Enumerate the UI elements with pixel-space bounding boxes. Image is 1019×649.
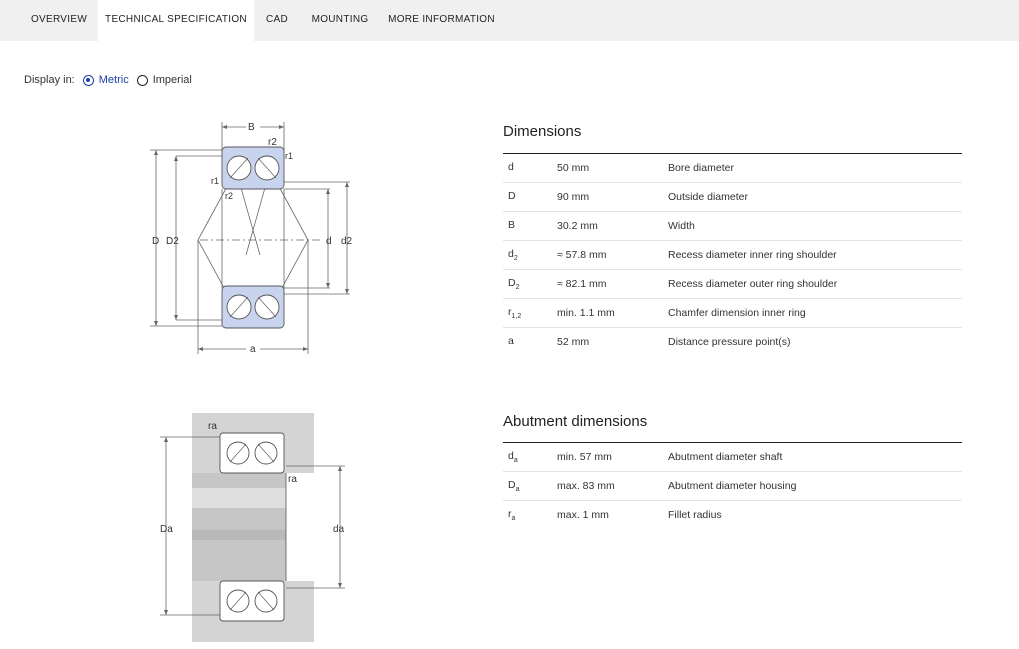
dimensions-table: d 50 mm Bore diameter D 90 mm Outside di… [503,153,962,356]
label-ra-mid: ra [288,474,297,485]
tab-more-information[interactable]: More information [384,0,499,41]
abutment-table: da min. 57 mm Abutment diameter shaft Da… [503,442,962,529]
label-D: D [152,236,159,247]
table-row: Da max. 83 mm Abutment diameter housing [503,471,962,501]
value-cell: max. 1 mm [557,509,609,521]
description-cell: Outside diameter [668,182,962,212]
abutment-title: Abutment dimensions [503,413,648,430]
value-cell: ≈ 57.8 mm [557,240,668,270]
label-d2: d2 [341,236,353,247]
label-D2: D2 [166,236,179,247]
symbol-cell: d [503,153,557,183]
table-row: D2 ≈ 82.1 mm Recess diameter outer ring … [503,269,962,299]
tab-overview[interactable]: Overview [22,0,96,41]
symbol-cell: d2 [503,240,557,270]
table-row: B 30.2 mm Width [503,211,962,241]
value-cell: ≈ 82.1 mm [557,269,668,299]
symbol-cell: da [503,442,557,472]
table-row: D 90 mm Outside diameter [503,182,962,212]
description-cell: Width [668,211,962,241]
symbol-cell: ra [508,507,516,523]
metric-radio[interactable] [82,74,94,86]
symbol-cell: r1,2 [503,298,557,328]
tab-bar: Overview Technical specification CAD Mou… [0,0,1019,41]
imperial-label: Imperial [152,74,192,86]
value-cell: 50 mm [557,153,668,183]
display-in-label: Display in: [24,74,75,86]
label-r2-top: r2 [268,137,277,148]
description-cell: Abutment diameter shaft [668,442,962,472]
description-cell: Distance pressure point(s) [668,336,791,348]
label-r1-left: r1 [211,176,219,186]
value-cell: 30.2 mm [557,211,668,241]
label-da: da [333,524,345,535]
metric-label: Metric [98,74,129,86]
description-cell: Fillet radius [668,509,722,521]
description-cell: Recess diameter inner ring shoulder [668,240,962,270]
symbol-cell: D2 [503,269,557,299]
value-cell: 90 mm [557,182,668,212]
label-r2-left: r2 [225,191,233,201]
table-row: r1,2 min. 1.1 mm Chamfer dimension inner… [503,298,962,328]
description-cell: Recess diameter outer ring shoulder [668,269,962,299]
symbol-cell: D [503,182,557,212]
description-cell: Bore diameter [668,153,962,183]
label-d: d [326,236,332,247]
tab-cad[interactable]: CAD [258,0,296,41]
description-cell: Abutment diameter housing [668,471,962,501]
label-B: B [248,122,255,133]
description-cell: Chamfer dimension inner ring [668,298,962,328]
value-cell: 52 mm [557,336,590,348]
table-row: da min. 57 mm Abutment diameter shaft [503,442,962,472]
table-row: a 52 mm Distance pressure point(s) [503,328,962,357]
table-row: d2 ≈ 57.8 mm Recess diameter inner ring … [503,240,962,270]
symbol-cell: B [503,211,557,241]
value-cell: min. 1.1 mm [557,298,668,328]
label-Da: Da [160,524,173,535]
unit-selector: Display in: Metric Imperial [24,74,200,86]
imperial-option[interactable]: Imperial [136,74,192,86]
table-row: d 50 mm Bore diameter [503,153,962,183]
symbol-cell: a [508,334,514,347]
symbol-cell: Da [503,471,557,501]
abutment-dimension-diagram: ra ra Da da [160,413,345,642]
dimensions-title: Dimensions [503,123,582,140]
table-row: ra max. 1 mm Fillet radius [503,501,962,530]
imperial-radio[interactable] [136,74,148,86]
tab-technical-specification[interactable]: Technical specification [98,0,254,41]
label-ra-top: ra [208,421,217,432]
label-a: a [250,344,256,355]
metric-option[interactable]: Metric [82,74,129,86]
label-r1-top: r1 [285,151,293,161]
tab-mounting[interactable]: Mounting [303,0,377,41]
value-cell: max. 83 mm [557,471,668,501]
value-cell: min. 57 mm [557,442,668,472]
bearing-dimension-diagram: B r2 r1 r1 r2 D D2 d d2 a [150,122,353,355]
